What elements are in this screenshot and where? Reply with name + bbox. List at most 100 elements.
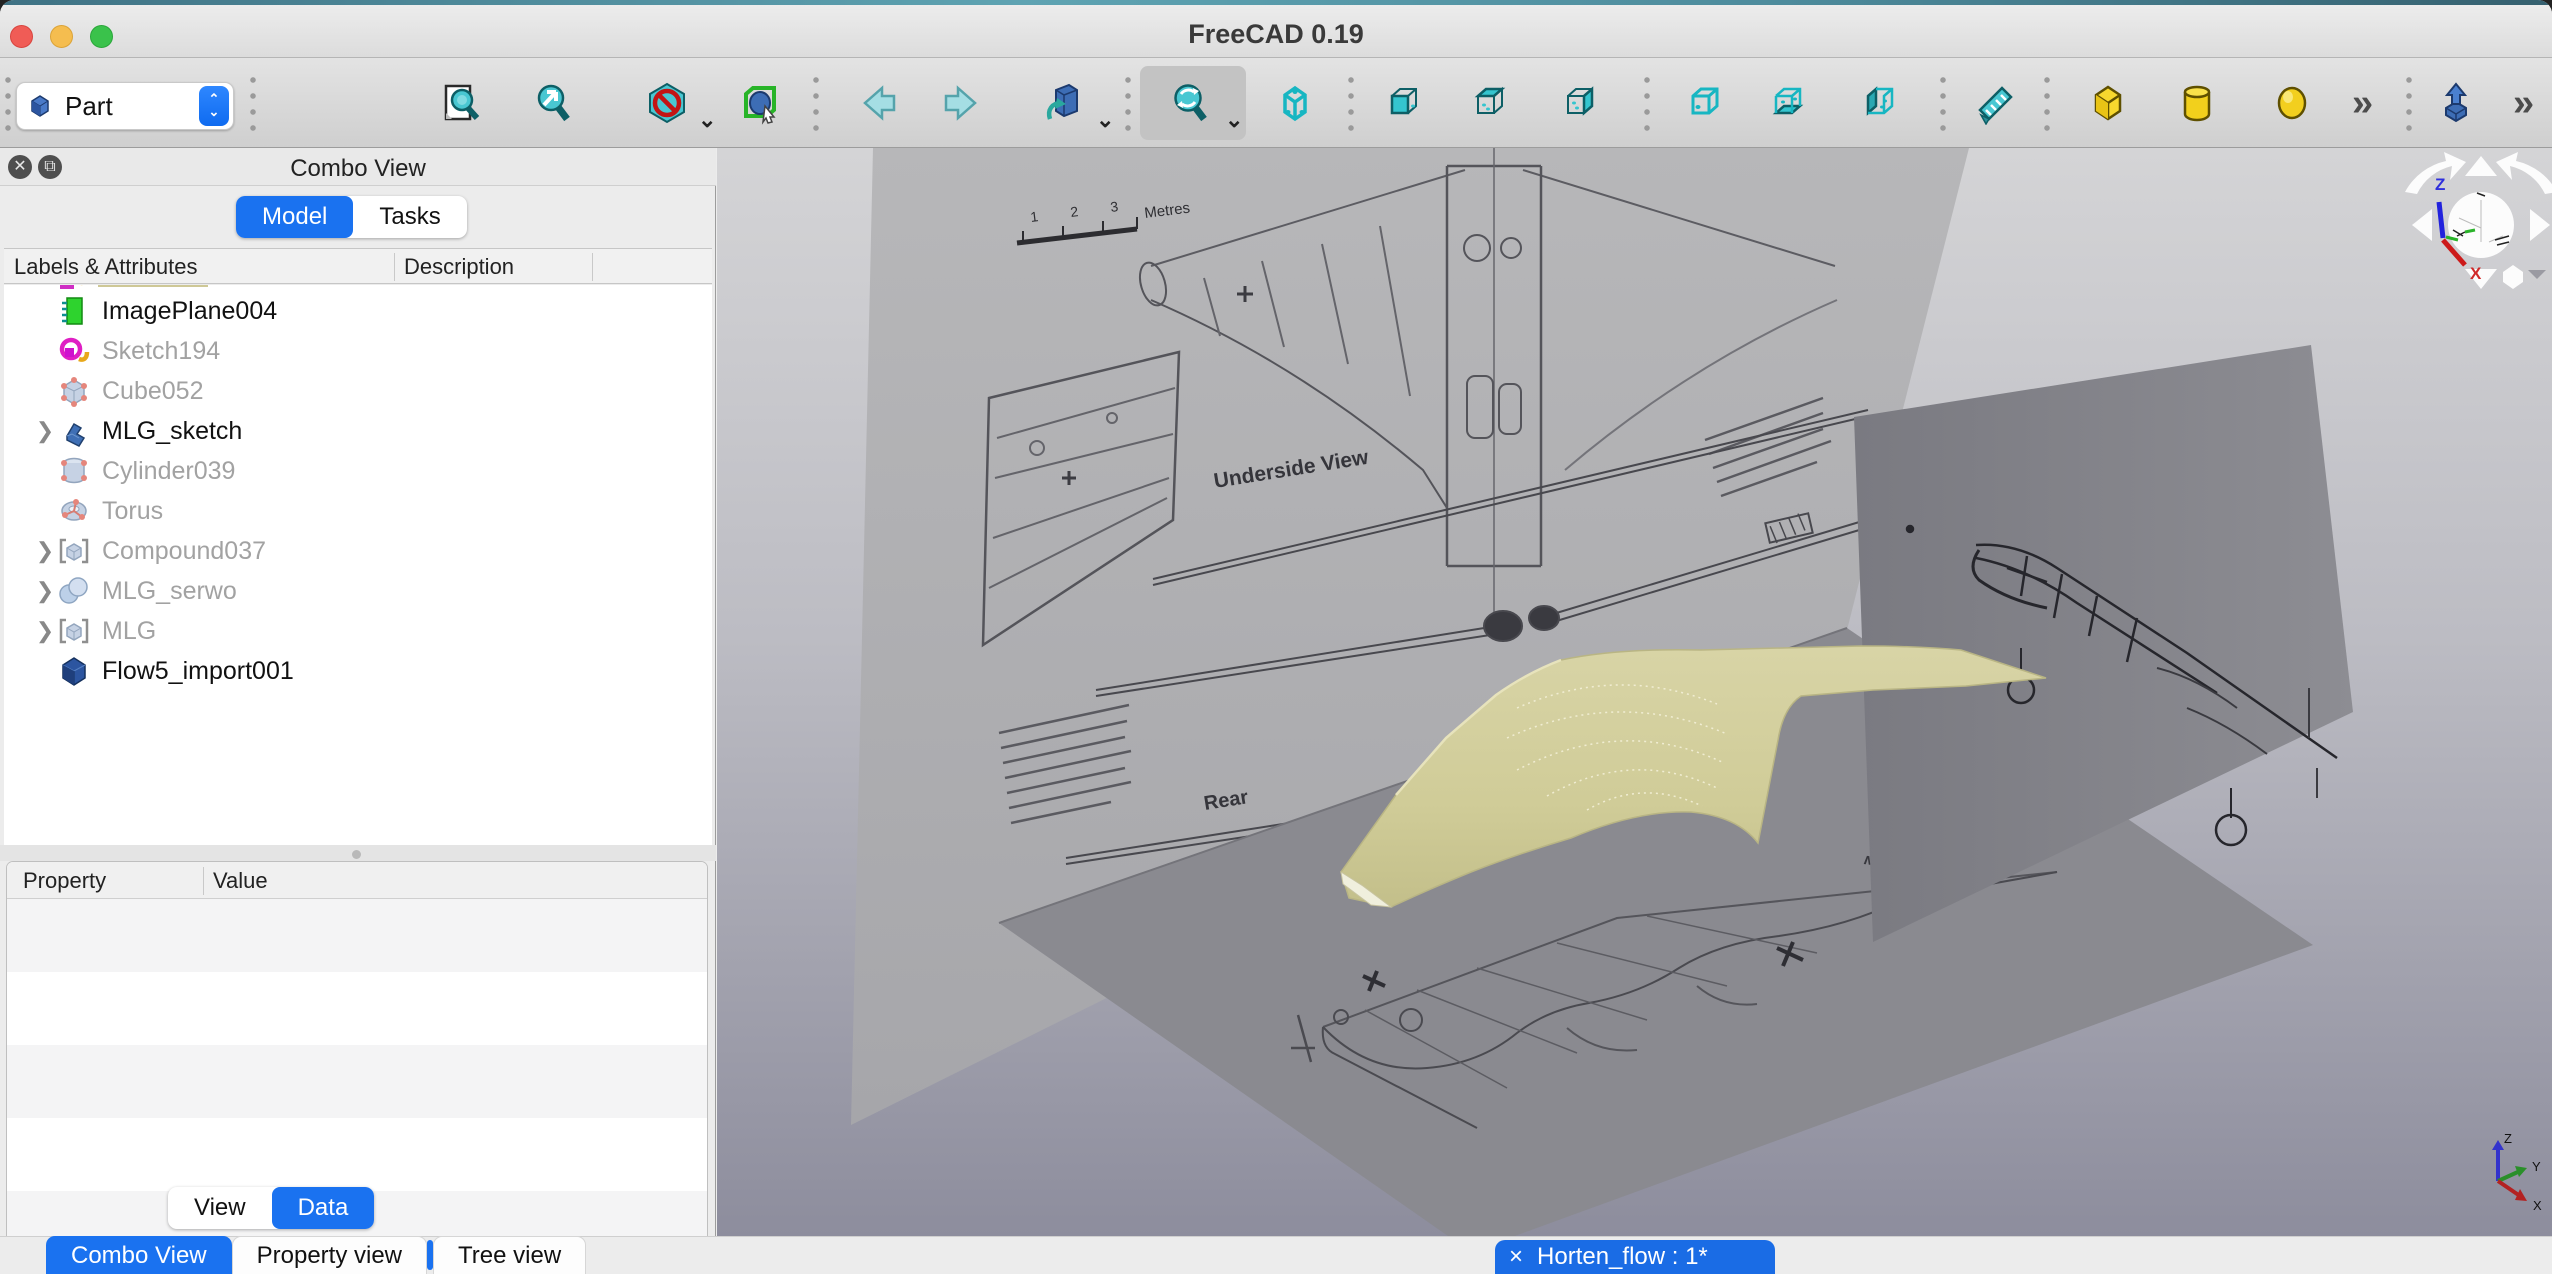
- tree-item-ImagePlane004[interactable]: ImagePlane004: [4, 291, 712, 331]
- nav-z-axis-label: Z: [2435, 175, 2445, 194]
- tree-item-Sketch194[interactable]: Sketch194: [4, 331, 712, 371]
- expand-chevron-icon[interactable]: ❯: [32, 618, 58, 644]
- dock-tab-bar: Combo View Property view Tree view: [0, 1236, 716, 1274]
- y-axis-label: Y: [2532, 1159, 2541, 1174]
- tree-column-header[interactable]: Labels & Attributes Description: [4, 248, 712, 284]
- column-description: Description: [404, 254, 514, 280]
- toolbar-separator[interactable]: [1124, 72, 1132, 134]
- dock-tab-property-view[interactable]: Property view: [232, 1236, 427, 1274]
- bottom-view-button[interactable]: [1766, 81, 1810, 125]
- tree-item-label: Flow5_import001: [102, 657, 294, 686]
- axonometric-view-button[interactable]: [1273, 81, 1317, 125]
- part-sphere-button[interactable]: [2270, 81, 2314, 125]
- nav-x-axis-label: X: [2470, 264, 2482, 283]
- toolbar-separator[interactable]: [1939, 72, 1947, 134]
- panel-splitter[interactable]: [0, 845, 716, 861]
- toolbar-overflow-chevron[interactable]: »: [2513, 84, 2534, 122]
- box-primitive-icon: [2086, 81, 2130, 125]
- toolbar-separator[interactable]: [2405, 72, 2413, 134]
- zoom-selection-button[interactable]: [441, 81, 485, 125]
- front-view-icon: [1382, 81, 1426, 125]
- toolbar-separator[interactable]: [812, 72, 820, 134]
- document-tab[interactable]: × Horten_flow : 1*: [1495, 1240, 1775, 1274]
- linked-view-button[interactable]: [1041, 81, 1085, 125]
- 3d-viewport[interactable]: 1 2 3 Metres Underside View Rear: [717, 148, 2552, 1236]
- part-cylinder-button[interactable]: [2175, 81, 2219, 125]
- front-view-button[interactable]: [1382, 81, 1426, 125]
- fusion-icon: [58, 575, 90, 607]
- tree-item-MLG_sketch[interactable]: ❯ MLG_sketch: [4, 411, 712, 451]
- solid-cube-icon: [58, 655, 90, 687]
- chevron-down-icon[interactable]: ⌄: [698, 110, 716, 130]
- toolbar-separator[interactable]: [1643, 72, 1651, 134]
- tab-view[interactable]: View: [168, 1187, 272, 1229]
- rear-view-button[interactable]: [1683, 81, 1727, 125]
- workbench-stepper[interactable]: ⌃⌄: [199, 86, 229, 126]
- toolbar-separator[interactable]: [249, 72, 257, 134]
- tree-item-Compound037[interactable]: ❯Compound037: [4, 531, 712, 571]
- tree-item-Torus[interactable]: Torus: [4, 491, 712, 531]
- tree-item-label: Cylinder039: [102, 457, 235, 486]
- sketch-icon: [58, 285, 258, 289]
- panel-title: Combo View: [0, 155, 716, 183]
- combo-view-header: ✕ ⧉ Combo View: [0, 148, 716, 186]
- navigate-back-button[interactable]: [858, 81, 902, 125]
- cube-points-icon: [58, 375, 90, 407]
- dock-tab-combo-view[interactable]: Combo View: [46, 1236, 232, 1274]
- tree-item-label: ImagePlane004: [102, 297, 277, 326]
- dock-tab-tree-view[interactable]: Tree view: [433, 1236, 586, 1274]
- column-divider[interactable]: [394, 253, 395, 281]
- sketch-icon: [58, 335, 90, 367]
- part-extrude-button[interactable]: [2434, 81, 2478, 125]
- column-divider[interactable]: [203, 867, 204, 895]
- tree-item-MLG[interactable]: ❯ MLG: [4, 611, 712, 651]
- 3d-scene: 1 2 3 Metres Underside View Rear: [717, 148, 2552, 1236]
- view-data-tabs: View Data: [168, 1187, 374, 1229]
- tree-item-MLG_serwo[interactable]: ❯ MLG_serwo: [4, 571, 712, 611]
- chevron-down-icon[interactable]: ⌄: [1225, 110, 1243, 130]
- toolbar-overflow-chevron[interactable]: »: [2352, 84, 2373, 122]
- extrusion-icon: [58, 415, 90, 447]
- tree-item-label: MLG_serwo: [102, 577, 237, 606]
- zoom-document-icon: [441, 81, 485, 125]
- tree-item-clipped: [58, 285, 258, 289]
- column-divider[interactable]: [592, 253, 593, 281]
- torus-points-icon: [58, 495, 90, 527]
- measure-button[interactable]: [1973, 81, 2017, 125]
- expand-chevron-icon[interactable]: ❯: [32, 418, 58, 444]
- window-title: FreeCAD 0.19: [0, 19, 2552, 50]
- part-box-button[interactable]: [2086, 81, 2130, 125]
- clipping-plane-button[interactable]: [645, 81, 689, 125]
- tree-item-label: Sketch194: [102, 337, 220, 366]
- top-view-icon: [1468, 81, 1512, 125]
- bottom-view-icon: [1766, 81, 1810, 125]
- extrude-icon: [2434, 81, 2478, 125]
- top-view-button[interactable]: [1468, 81, 1512, 125]
- tab-model[interactable]: Model: [236, 196, 353, 238]
- rear-view-icon: [1683, 81, 1727, 125]
- tree-item-label: MLG: [102, 617, 156, 646]
- tree-item-label: MLG_sketch: [102, 417, 242, 446]
- tree-item-Cylinder039[interactable]: Cylinder039: [4, 451, 712, 491]
- toolbar-handle[interactable]: [4, 72, 12, 134]
- tree-item-label: Torus: [102, 497, 163, 526]
- toolbar-separator[interactable]: [1347, 72, 1355, 134]
- tree-item-Flow5_import001[interactable]: Flow5_import001: [4, 651, 712, 691]
- tree-item-Cube052[interactable]: Cube052: [4, 371, 712, 411]
- right-view-button[interactable]: [1558, 81, 1602, 125]
- bounding-box-button[interactable]: [738, 81, 782, 125]
- fit-all-button[interactable]: [1168, 81, 1212, 125]
- workbench-selector[interactable]: Part ⌃⌄: [16, 82, 234, 130]
- chevron-down-icon[interactable]: ⌄: [1096, 110, 1114, 130]
- expand-chevron-icon[interactable]: ❯: [32, 538, 58, 564]
- left-view-button[interactable]: [1858, 81, 1902, 125]
- tab-data[interactable]: Data: [272, 1187, 375, 1229]
- model-tree[interactable]: ImagePlane004 Sketch194 Cube052 ❯ MLG_sketch…: [4, 285, 712, 845]
- sphere-primitive-icon: [2270, 81, 2314, 125]
- toolbar-separator[interactable]: [2043, 72, 2051, 134]
- navigate-forward-button[interactable]: [938, 81, 982, 125]
- zoom-in-button[interactable]: [531, 81, 575, 125]
- expand-chevron-icon[interactable]: ❯: [32, 578, 58, 604]
- document-close-icon[interactable]: ×: [1509, 1243, 1523, 1271]
- tab-tasks[interactable]: Tasks: [353, 196, 466, 238]
